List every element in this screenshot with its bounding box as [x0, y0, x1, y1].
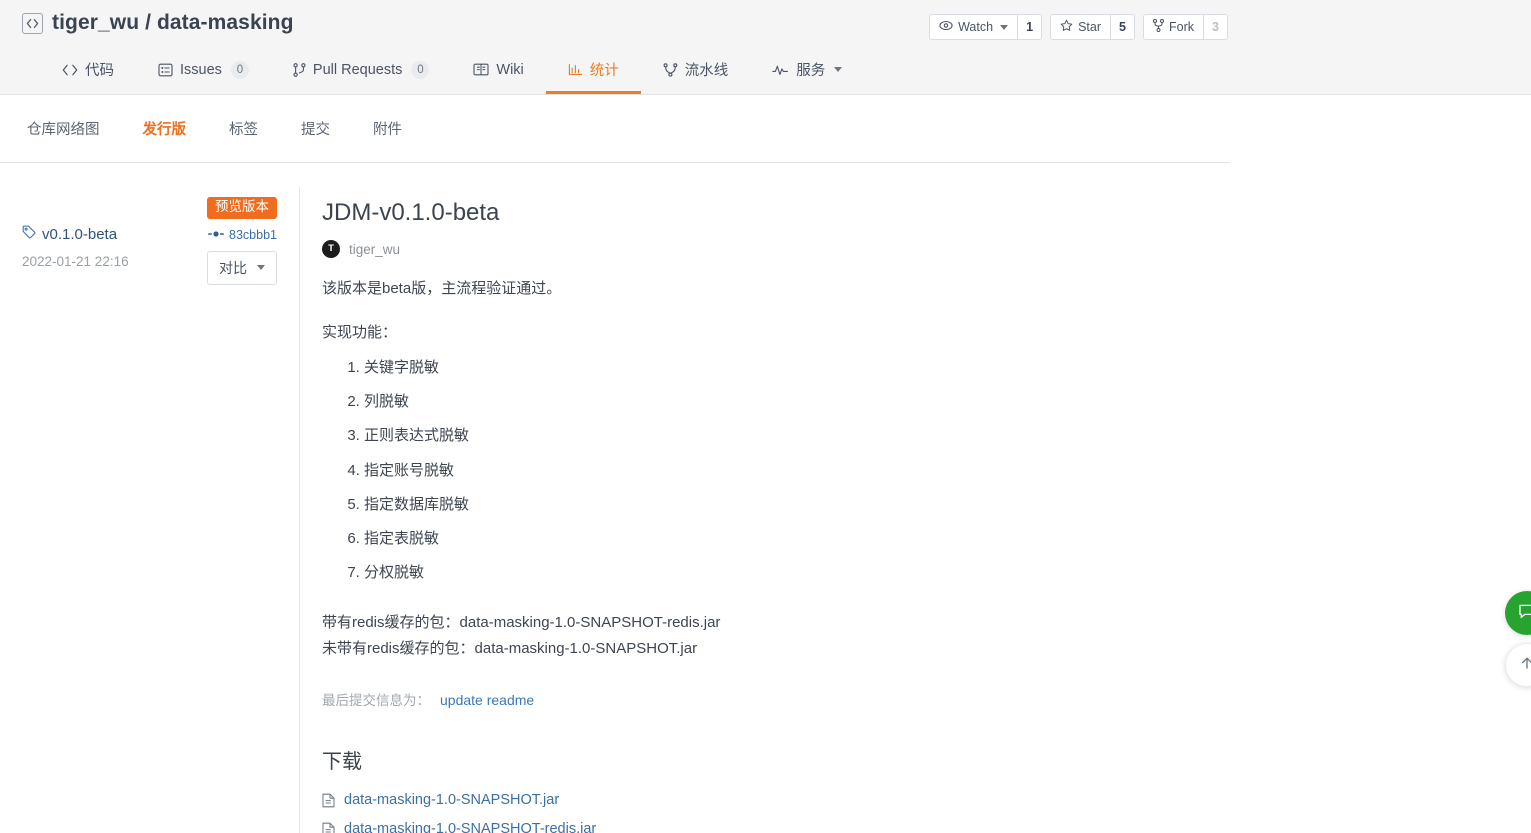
- tab-wiki-label: Wiki: [496, 61, 524, 78]
- tab-code[interactable]: 代码: [40, 48, 136, 94]
- repo-title-row: tiger_wu / data-masking: [22, 11, 294, 35]
- release-tag-link[interactable]: v0.1.0-beta: [22, 225, 129, 243]
- download-list: data-masking-1.0-SNAPSHOT.jar data-maski…: [322, 788, 1200, 833]
- commit-hash-link[interactable]: 83cbbb1: [208, 228, 277, 242]
- repo-actions: Watch 1 Star 5 Fork 3: [929, 14, 1228, 40]
- release-author-row: T tiger_wu: [322, 240, 1200, 259]
- service-icon: [772, 64, 789, 76]
- tab-service-label: 服务: [796, 63, 826, 79]
- download-item-snapshot-redis-jar[interactable]: data-masking-1.0-SNAPSHOT-redis.jar: [322, 817, 1200, 833]
- fork-label: Fork: [1169, 20, 1194, 34]
- star-label: Star: [1078, 20, 1101, 34]
- star-count: 5: [1110, 15, 1134, 39]
- subnav-item-tags[interactable]: 标签: [229, 118, 258, 139]
- commit-icon: [208, 228, 224, 242]
- subnav-item-network-graph[interactable]: 仓库网络图: [27, 118, 100, 139]
- file-icon: [322, 822, 335, 833]
- repo-tab-bar: 代码 Issues 0 Pull Requests 0 Wiki 统计 流水线 …: [40, 48, 864, 94]
- last-commit-message-link[interactable]: update readme: [440, 692, 534, 708]
- release-tag-name: v0.1.0-beta: [42, 225, 118, 243]
- tab-wiki[interactable]: Wiki: [451, 48, 545, 94]
- page-title[interactable]: tiger_wu / data-masking: [52, 11, 294, 35]
- tab-pipeline[interactable]: 流水线: [641, 48, 751, 94]
- download-heading: 下载: [322, 751, 362, 774]
- tab-issues[interactable]: Issues 0: [136, 48, 271, 94]
- feedback-float-button[interactable]: [1505, 591, 1531, 635]
- subnav-item-commits[interactable]: 提交: [301, 118, 330, 139]
- package-line-redis: 带有redis缓存的包：data-masking-1.0-SNAPSHOT-re…: [322, 613, 721, 631]
- tab-stats[interactable]: 统计: [545, 48, 641, 94]
- watch-label: Watch: [958, 20, 994, 34]
- pipeline-icon: [663, 62, 678, 77]
- feature-list: 关键字脱敏 列脱敏 正则表达式脱敏 指定账号脱敏 指定数据库脱敏 指定表脱敏 分…: [322, 357, 1200, 584]
- tab-pull-requests-label: Pull Requests: [312, 61, 403, 78]
- tab-pull-requests-count: 0: [411, 60, 430, 79]
- download-item-label: data-masking-1.0-SNAPSHOT-redis.jar: [344, 820, 597, 833]
- wiki-icon: [473, 63, 489, 76]
- compare-button[interactable]: 对比: [207, 250, 277, 285]
- tab-pull-requests[interactable]: Pull Requests 0: [271, 48, 451, 94]
- list-item: 分权脱敏: [364, 562, 1200, 583]
- features-heading: 实现功能：: [322, 324, 398, 342]
- star-icon: [1060, 19, 1073, 35]
- repo-header: tiger_wu / data-masking Watch 1 Star 5 F…: [0, 0, 1531, 95]
- list-item: 正则表达式脱敏: [364, 425, 1200, 446]
- stats-icon: [568, 63, 583, 76]
- prerelease-badge: 预览版本: [207, 197, 277, 219]
- tab-issues-label: Issues: [180, 61, 222, 78]
- release-intro: 该版本是beta版，主流程验证通过。: [322, 280, 562, 298]
- arrow-up-icon: [1519, 655, 1531, 676]
- last-commit-label: 最后提交信息为：: [322, 693, 430, 709]
- pull-request-icon: [293, 62, 306, 77]
- list-item: 指定账号脱敏: [364, 460, 1200, 481]
- watch-button[interactable]: Watch 1: [929, 14, 1043, 40]
- commit-hash: 83cbbb1: [229, 227, 277, 242]
- star-button[interactable]: Star 5: [1050, 14, 1135, 40]
- release-content: JDM-v0.1.0-beta T tiger_wu 该版本是beta版，主流程…: [300, 187, 1230, 833]
- issues-icon: [158, 63, 173, 77]
- back-to-top-float-button[interactable]: [1505, 643, 1531, 687]
- avatar[interactable]: T: [322, 240, 340, 259]
- list-item: 列脱敏: [364, 391, 1200, 412]
- release-page: v0.1.0-beta 2022-01-21 22:16 预览版本 83cbbb…: [0, 163, 1230, 833]
- tab-code-label: 代码: [85, 63, 114, 79]
- download-item-label: data-masking-1.0-SNAPSHOT.jar: [344, 792, 560, 809]
- code-brackets-icon: [22, 12, 43, 34]
- list-item: 指定数据库脱敏: [364, 494, 1200, 515]
- fork-button[interactable]: Fork 3: [1143, 14, 1228, 40]
- fork-button-main[interactable]: Fork: [1144, 15, 1203, 39]
- release-subnav: 仓库网络图 发行版 标签 提交 附件: [0, 95, 1230, 163]
- tab-stats-label: 统计: [589, 63, 619, 79]
- release-date: 2022-01-21 22:16: [22, 254, 129, 269]
- chevron-down-icon: [834, 67, 843, 72]
- list-item: 关键字脱敏: [364, 357, 1200, 378]
- file-icon: [322, 793, 335, 808]
- tab-pipeline-label: 流水线: [684, 63, 729, 79]
- tab-issues-count: 0: [230, 60, 249, 79]
- download-item-snapshot-jar[interactable]: data-masking-1.0-SNAPSHOT.jar: [322, 788, 1200, 813]
- compare-button-label: 对比: [219, 259, 247, 276]
- code-icon: [62, 64, 78, 76]
- release-author-name[interactable]: tiger_wu: [349, 242, 400, 257]
- subnav-item-releases[interactable]: 发行版: [143, 118, 187, 139]
- tag-icon: [22, 225, 36, 243]
- floating-action-buttons: [1505, 591, 1531, 687]
- eye-icon: [939, 20, 953, 34]
- tab-service[interactable]: 服务: [750, 48, 864, 94]
- release-sidebar: v0.1.0-beta 2022-01-21 22:16 预览版本 83cbbb…: [0, 187, 300, 833]
- subnav-item-attachments[interactable]: 附件: [373, 118, 402, 139]
- watch-count: 1: [1017, 15, 1042, 39]
- chevron-down-icon: [1000, 24, 1009, 30]
- chat-icon: [1518, 602, 1531, 625]
- fork-count: 3: [1203, 15, 1227, 39]
- package-line-plain: 未带有redis缓存的包：data-masking-1.0-SNAPSHOT.j…: [322, 640, 698, 658]
- fork-icon: [1153, 19, 1164, 35]
- watch-button-main[interactable]: Watch: [930, 15, 1017, 39]
- last-commit-row: 最后提交信息为： update readme: [322, 689, 1200, 709]
- release-title: JDM-v0.1.0-beta: [322, 199, 500, 226]
- star-button-main[interactable]: Star: [1051, 15, 1110, 39]
- chevron-down-icon: [257, 265, 265, 271]
- list-item: 指定表脱敏: [364, 528, 1200, 549]
